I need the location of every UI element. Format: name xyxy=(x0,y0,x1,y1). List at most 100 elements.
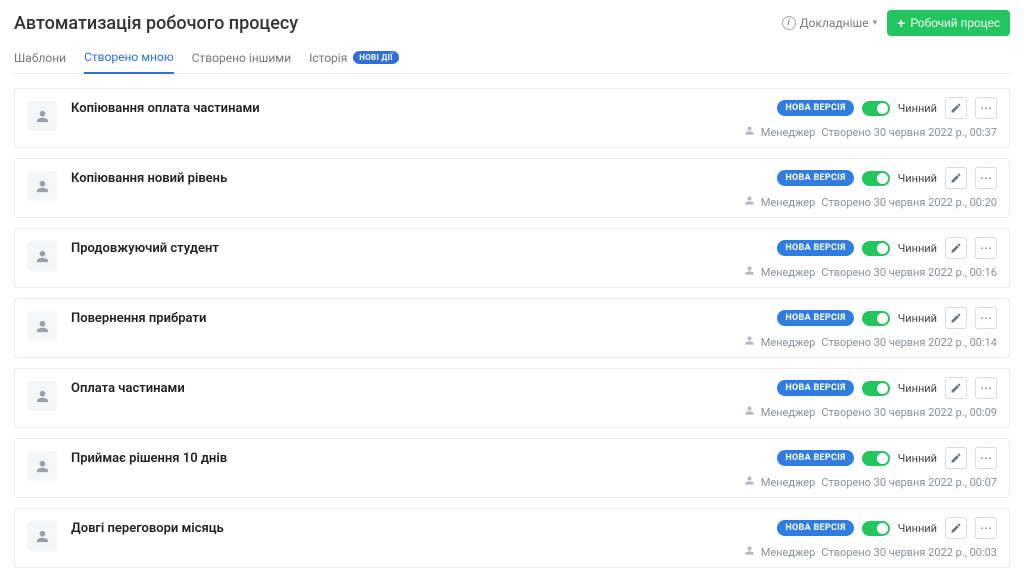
row-top: Копіювання оплата частинамиНОВА ВЕРСІЯЧи… xyxy=(71,97,997,119)
workflow-row[interactable]: Копіювання новий рівень НОВА ВЕРСІЯ Чинний… xyxy=(14,158,1010,218)
person-icon xyxy=(744,195,755,209)
tab[interactable]: Створено іншими xyxy=(192,44,291,73)
active-toggle[interactable] xyxy=(862,101,890,116)
status-label: Чинний xyxy=(898,172,937,185)
person-icon xyxy=(744,545,755,559)
row-body: Оплата частинамиНОВА ВЕРСІЯЧинний⋯Менедж… xyxy=(71,377,997,419)
person-icon xyxy=(27,101,57,131)
edit-button[interactable] xyxy=(945,97,967,119)
tab-label: Шаблони xyxy=(14,51,66,65)
new-version-badge: НОВА ВЕРСІЯ xyxy=(777,310,853,326)
more-button[interactable]: ⋯ xyxy=(975,377,997,399)
row-controls: НОВА ВЕРСІЯЧинний⋯ xyxy=(777,517,997,539)
row-body: Продовжуючий студентНОВА ВЕРСІЯЧинний⋯Ме… xyxy=(71,237,997,279)
row-meta: МенеджерСтворено 30 червня 2022 р., 00:0… xyxy=(71,545,997,559)
tab-label: Історія xyxy=(309,51,347,65)
workflow-title: Приймає рішення 10 днів xyxy=(71,451,227,466)
person-icon xyxy=(27,451,57,481)
row-controls: НОВА ВЕРСІЯ Чинний ⋯ xyxy=(777,237,997,259)
tab[interactable]: Створено мною xyxy=(84,44,174,74)
status-label: Чинний xyxy=(898,452,937,465)
row-top: Повернення прибрати НОВА ВЕРСІЯЧинний⋯ xyxy=(71,307,997,329)
person-icon xyxy=(744,335,755,349)
tab[interactable]: Історія НОВІ ДІЇ xyxy=(309,44,399,73)
row-body: Довгі переговори місяцьНОВА ВЕРСІЯЧинний… xyxy=(71,517,997,559)
row-top: Довгі переговори місяцьНОВА ВЕРСІЯЧинний… xyxy=(71,517,997,539)
role-label: Менеджер xyxy=(761,476,816,489)
workflow-row[interactable]: Довгі переговори місяцьНОВА ВЕРСІЯЧинний… xyxy=(14,508,1010,568)
more-button[interactable]: ⋯ xyxy=(975,307,997,329)
tab[interactable]: Шаблони xyxy=(14,44,66,73)
more-button[interactable]: ⋯ xyxy=(975,167,997,189)
edit-button[interactable] xyxy=(945,377,967,399)
more-button[interactable]: ⋯ xyxy=(975,237,997,259)
person-icon xyxy=(27,521,57,551)
tab-label: Створено іншими xyxy=(192,51,291,65)
workflow-row[interactable]: Оплата частинамиНОВА ВЕРСІЯЧинний⋯Менедж… xyxy=(14,368,1010,428)
workflow-row[interactable]: Повернення прибратиНОВА ВЕРСІЯЧинний⋯Мен… xyxy=(14,298,1010,358)
status-label: Чинний xyxy=(898,102,937,115)
created-label: Створено 30 червня 2022 р., 00:20 xyxy=(821,196,997,209)
created-label: Створено 30 червня 2022 р., 00:14 xyxy=(821,336,997,349)
create-workflow-label: Робочий процес xyxy=(910,16,1000,30)
workflow-title: Копіювання оплата частинами xyxy=(71,101,260,116)
row-body: Повернення прибратиНОВА ВЕРСІЯЧинний⋯Мен… xyxy=(71,307,997,349)
row-meta: МенеджерСтворено 30 червня 2022 р., 00:0… xyxy=(71,475,997,489)
role-label: Менеджер xyxy=(761,406,816,419)
row-controls: НОВА ВЕРСІЯЧинний⋯ xyxy=(777,307,997,329)
row-top: Оплата частинамиНОВА ВЕРСІЯЧинний⋯ xyxy=(71,377,997,399)
role-label: Менеджер xyxy=(761,126,816,139)
person-icon xyxy=(27,311,57,341)
new-version-badge: НОВА ВЕРСІЯ xyxy=(777,170,853,186)
workflow-row[interactable]: Продовжуючий студентНОВА ВЕРСІЯЧинний⋯Ме… xyxy=(14,228,1010,288)
new-version-badge: НОВА ВЕРСІЯ xyxy=(777,450,853,466)
edit-button[interactable] xyxy=(945,517,967,539)
chevron-down-icon: ▾ xyxy=(873,18,878,28)
row-body: Приймає рішення 10 днів НОВА ВЕРСІЯ Чинний… xyxy=(71,447,997,489)
edit-button[interactable] xyxy=(945,237,967,259)
status-label: Чинний xyxy=(898,382,937,395)
active-toggle[interactable] xyxy=(862,241,890,256)
edit-button[interactable] xyxy=(945,167,967,189)
row-top: Продовжуючий студентНОВА ВЕРСІЯЧинний⋯ xyxy=(71,237,997,259)
page-header: Автоматизація робочого процесу i Докладн… xyxy=(14,10,1010,36)
person-icon xyxy=(744,265,755,279)
role-label: Менеджер xyxy=(761,196,816,209)
active-toggle[interactable] xyxy=(862,451,890,466)
edit-button[interactable] xyxy=(945,447,967,469)
create-workflow-button[interactable]: + Робочий процес xyxy=(887,10,1010,36)
created-label: Створено 30 червня 2022 р., 00:37 xyxy=(821,126,997,139)
row-top: Приймає рішення 10 днів НОВА ВЕРСІЯ Чинний… xyxy=(71,447,997,469)
workflow-list: Копіювання оплата частинами НОВА ВЕРСІЯ Чи… xyxy=(14,88,1010,568)
row-controls: НОВА ВЕРСІЯ Чинний ⋯ xyxy=(777,447,997,469)
active-toggle[interactable] xyxy=(862,521,890,536)
workflow-title: Копіювання новий рівень xyxy=(71,171,227,186)
tab-label: Створено мною xyxy=(84,50,174,64)
active-toggle[interactable] xyxy=(862,311,890,326)
status-label: Чинний xyxy=(898,522,937,535)
more-link-label: Докладніше xyxy=(800,16,869,30)
active-toggle[interactable] xyxy=(862,171,890,186)
workflow-title: Оплата частинами xyxy=(71,381,185,396)
more-button[interactable]: ⋯ xyxy=(975,517,997,539)
person-icon xyxy=(744,405,755,419)
row-meta: Менеджер Створено 30 червня 2022 р., 00:2… xyxy=(71,195,997,209)
row-body: Копіювання оплата частинамиНОВА ВЕРСІЯЧи… xyxy=(71,97,997,139)
tab-badge: НОВІ ДІЇ xyxy=(353,51,399,64)
role-label: Менеджер xyxy=(761,266,816,279)
active-toggle[interactable] xyxy=(862,381,890,396)
workflow-title: Довгі переговори місяць xyxy=(71,521,224,536)
status-label: Чинний xyxy=(898,242,937,255)
new-version-badge: НОВА ВЕРСІЯ xyxy=(777,240,853,256)
more-button[interactable]: ⋯ xyxy=(975,447,997,469)
row-top: Копіювання новий рівень НОВА ВЕРСІЯ Чинний… xyxy=(71,167,997,189)
workflow-title: Повернення прибрати xyxy=(71,311,206,326)
more-button[interactable]: ⋯ xyxy=(975,97,997,119)
workflow-row[interactable]: Приймає рішення 10 днів НОВА ВЕРСІЯ Чинний… xyxy=(14,438,1010,498)
workflow-row[interactable]: Копіювання оплата частинамиНОВА ВЕРСІЯЧи… xyxy=(14,88,1010,148)
more-link[interactable]: i Докладніше ▾ xyxy=(782,16,878,30)
page-title: Автоматизація робочого процесу xyxy=(14,13,298,34)
plus-icon: + xyxy=(897,16,905,30)
edit-button[interactable] xyxy=(945,307,967,329)
person-icon xyxy=(27,171,57,201)
